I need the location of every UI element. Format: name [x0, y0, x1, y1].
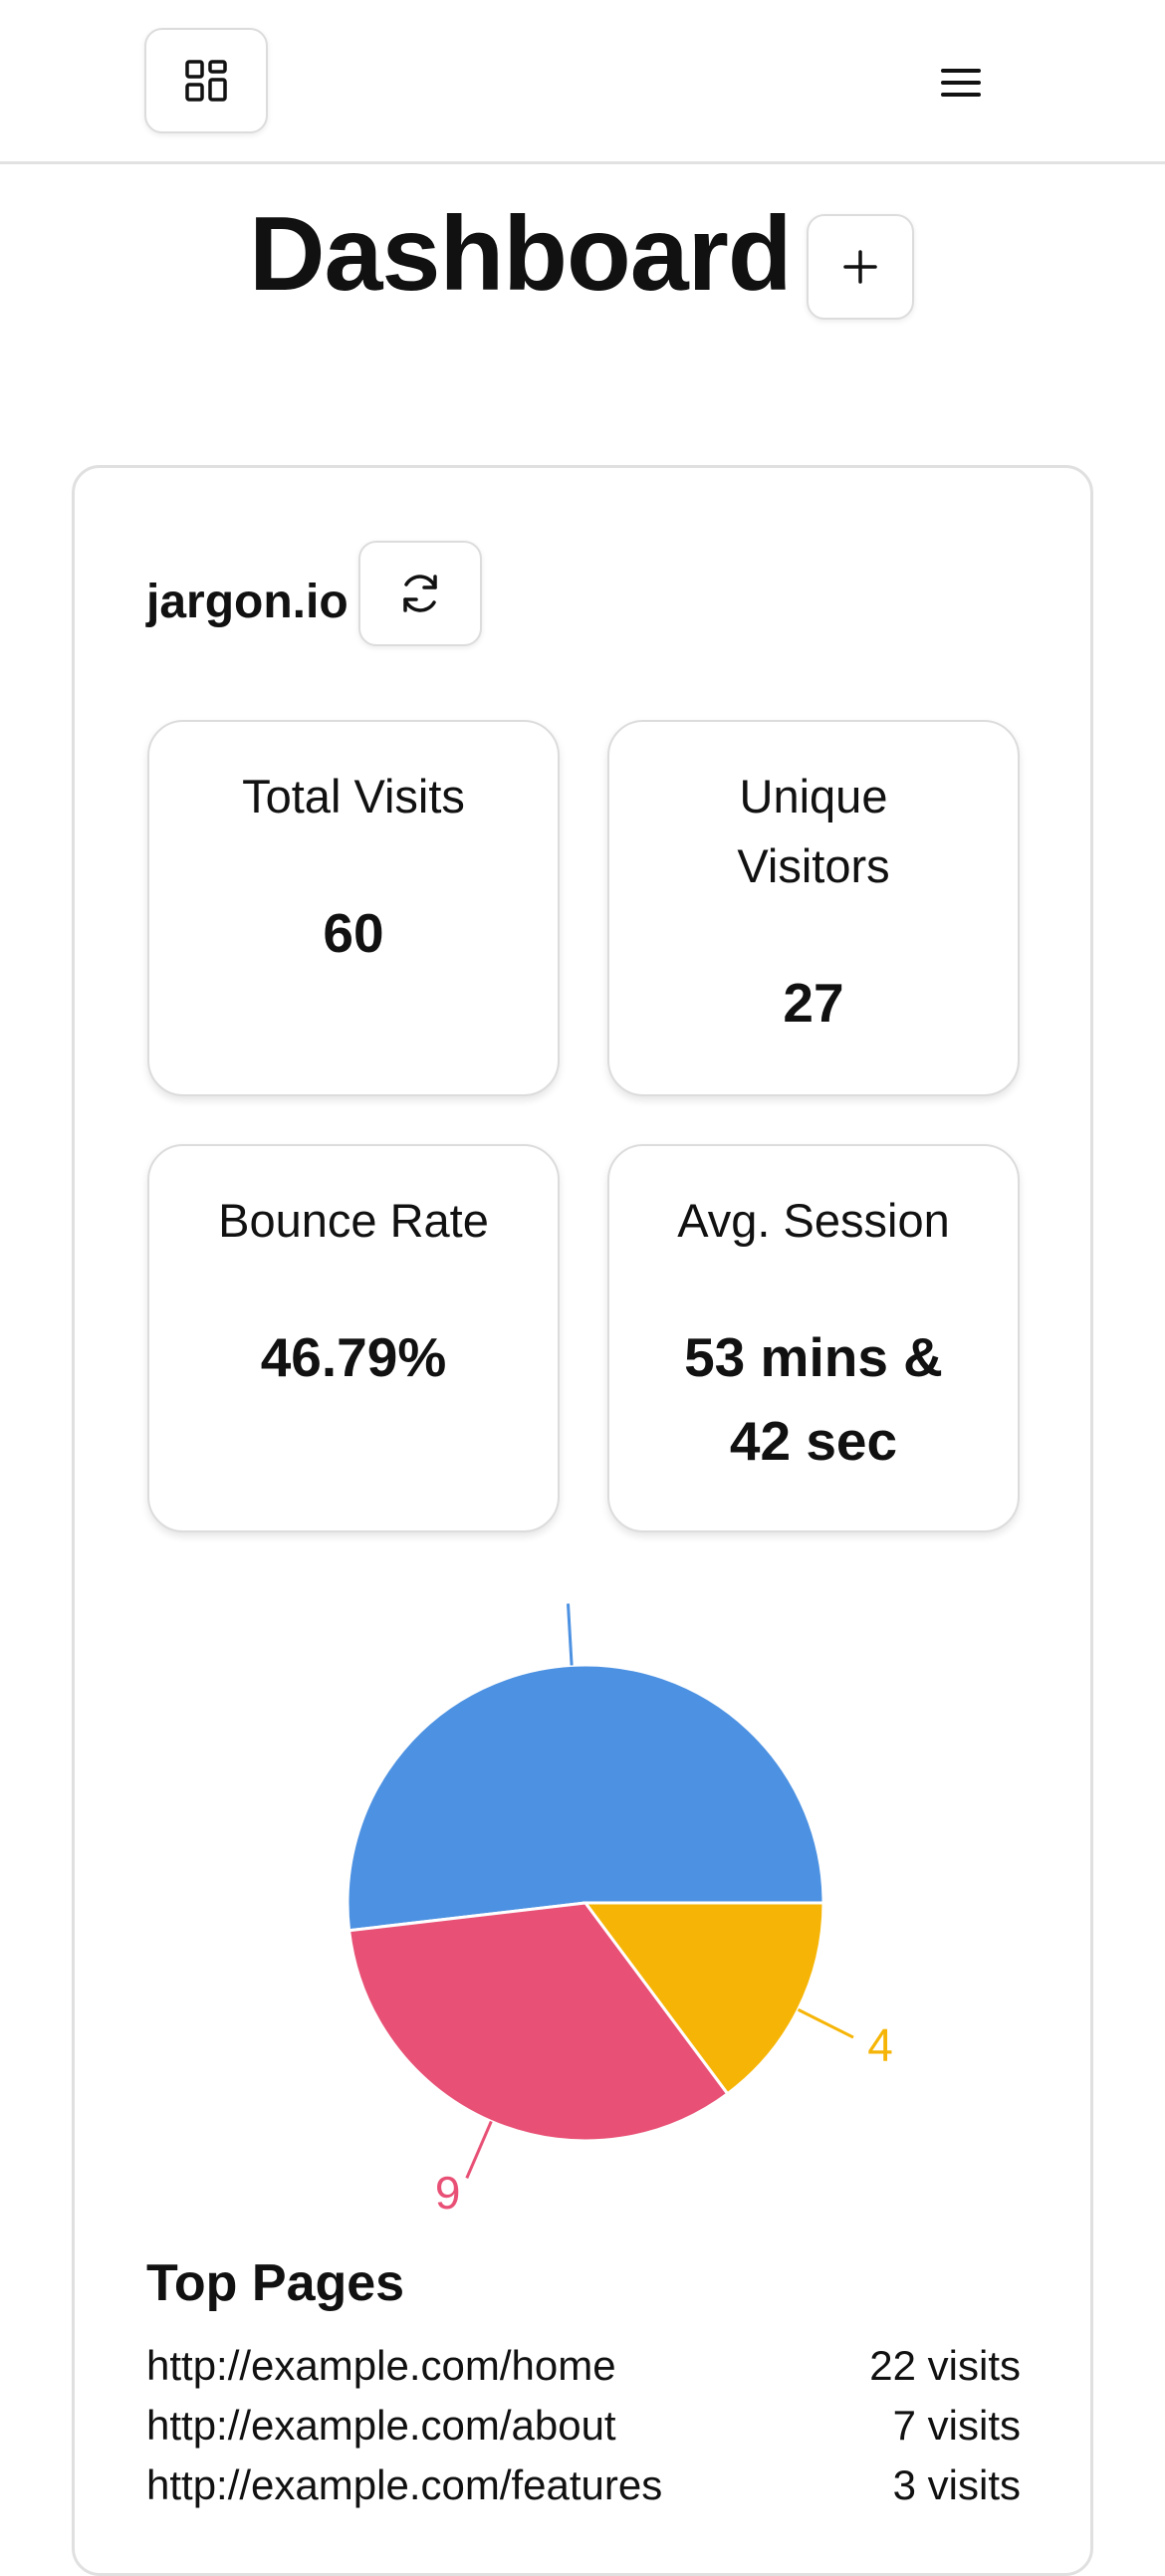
page-url[interactable]: http://example.com/home [146, 2336, 616, 2396]
menu-button[interactable] [921, 45, 1001, 119]
stat-card-total-visits: Total Visits 60 [147, 720, 560, 1096]
title-row: Dashboard [0, 189, 1165, 329]
top-pages-title: Top Pages [146, 2254, 405, 2312]
stat-value: 53 mins & 42 sec [684, 1326, 943, 1472]
refresh-icon [403, 575, 437, 612]
stat-label: Unique Visitors [737, 770, 890, 892]
stat-value: 27 [783, 972, 844, 1034]
add-button[interactable] [807, 214, 914, 320]
site-card: jargon.io Total Visits 60 Unique Visitor… [72, 465, 1093, 2576]
pie-label-leader [465, 2120, 493, 2179]
pie-data-label: 4 [867, 2018, 893, 2070]
pie-label-leader [567, 1603, 574, 1666]
stat-label: Total Visits [242, 770, 465, 822]
page-url[interactable]: http://example.com/features [146, 2456, 662, 2515]
stat-label: Bounce Rate [218, 1194, 489, 1247]
pie-slice[interactable] [346, 1663, 825, 1933]
page-visits: 22 visits [869, 2342, 1021, 2389]
page-title: Dashboard [249, 195, 793, 313]
stat-value: 60 [323, 902, 384, 964]
stat-label: Avg. Session [677, 1194, 950, 1247]
pie-data-label: 9 [435, 2167, 461, 2219]
stat-card-avg-session: Avg. Session 53 mins & 42 sec [607, 1144, 1020, 1532]
refresh-button[interactable] [358, 541, 482, 646]
list-item: http://example.com/about 7 visits [146, 2396, 1021, 2456]
hamburger-menu-icon [941, 68, 981, 97]
stat-card-unique-visitors: Unique Visitors 27 [607, 720, 1020, 1096]
visits-pie-chart: 94 [75, 1588, 1096, 2315]
grid-icon [185, 60, 227, 102]
plus-icon [843, 250, 877, 284]
pie-label-leader [797, 2007, 854, 2039]
pie-chart-svg: 94 [346, 1603, 893, 2219]
list-item: http://example.com/features 3 visits [146, 2456, 1021, 2515]
top-bar [0, 0, 1165, 164]
stat-card-bounce-rate: Bounce Rate 46.79% [147, 1144, 560, 1532]
page-visits: 7 visits [892, 2402, 1021, 2449]
grid-view-button[interactable] [144, 28, 268, 133]
stat-value: 46.79% [260, 1326, 447, 1388]
list-item: http://example.com/home 22 visits [146, 2336, 1021, 2396]
top-pages-list: http://example.com/home 22 visits http:/… [146, 2336, 1021, 2515]
page-visits: 3 visits [892, 2461, 1021, 2508]
page-url[interactable]: http://example.com/about [146, 2396, 616, 2456]
site-name: jargon.io [146, 576, 349, 628]
